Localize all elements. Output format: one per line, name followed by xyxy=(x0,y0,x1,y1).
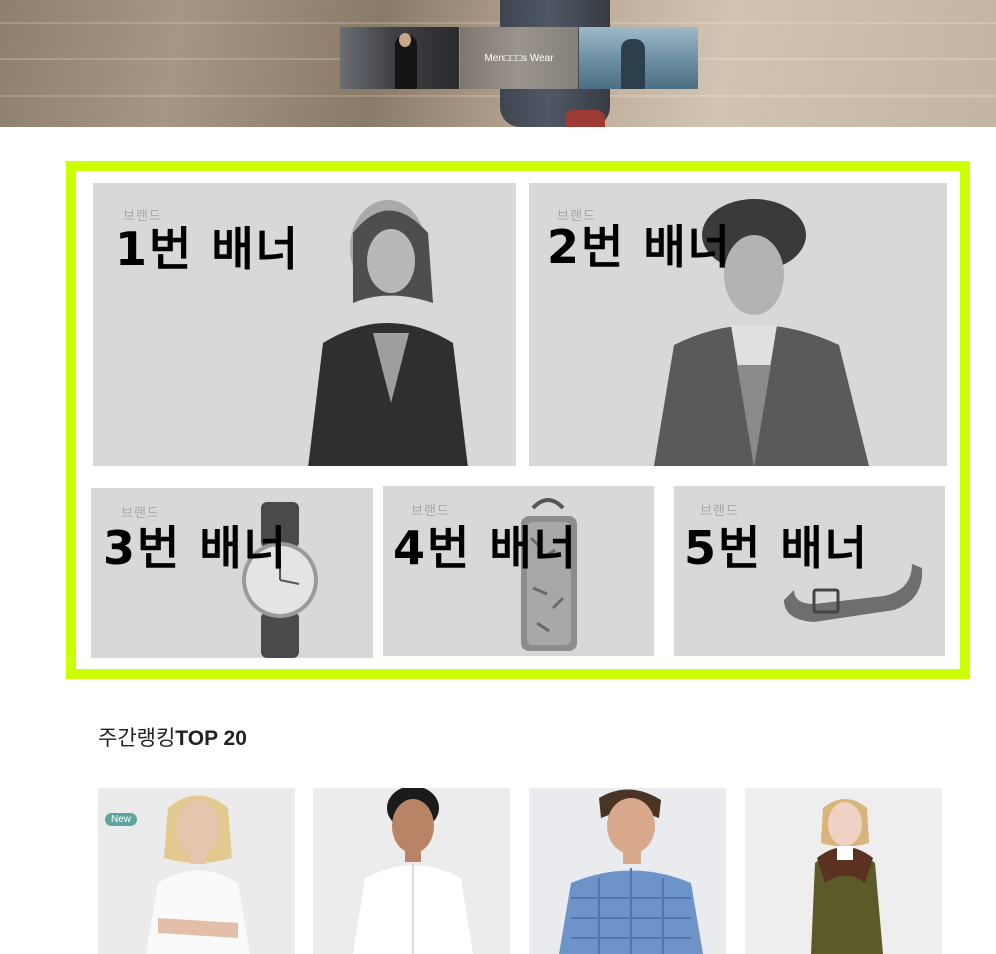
hero-thumbnail-strip: Men□□□s Wear xyxy=(340,27,699,89)
hero-thumbnail-2[interactable]: Men□□□s Wear xyxy=(459,27,579,89)
product-image-woman-white-shirt xyxy=(313,788,510,954)
ranking-title-prefix: 주간랭킹 xyxy=(98,726,176,750)
hero-thumbnail-label: Men□□□s Wear xyxy=(484,52,554,64)
product-card[interactable] xyxy=(745,788,942,954)
banner-1[interactable]: 브랜드 1번 배너 xyxy=(93,183,516,466)
banner-2[interactable]: 브랜드 2번 배너 xyxy=(529,183,947,466)
model-figure xyxy=(621,39,646,89)
hero-thumbnail-3[interactable] xyxy=(579,27,699,89)
banner-title: 3번 배너 xyxy=(103,521,288,575)
hero-thumbnail-1[interactable] xyxy=(340,27,459,89)
banner-title: 4번 배너 xyxy=(393,521,578,575)
banner-title: 1번 배너 xyxy=(115,222,300,276)
banner-4[interactable]: 브랜드 4번 배너 xyxy=(383,486,654,656)
product-card[interactable] xyxy=(529,788,726,954)
hero-banner: Men□□□s Wear xyxy=(0,0,996,127)
banner-5[interactable]: 브랜드 5번 배너 xyxy=(674,486,945,656)
model-face xyxy=(399,33,411,47)
product-image-woman-olive-coat xyxy=(745,788,942,954)
model-woman-black-dress-image xyxy=(308,200,468,466)
product-card[interactable]: New xyxy=(98,788,295,954)
hero-stair-line xyxy=(0,95,996,97)
ranking-section-title: 주간랭킹TOP 20 xyxy=(98,722,247,752)
new-badge: New xyxy=(105,813,138,826)
banner-3[interactable]: 브랜드 3번 배너 xyxy=(91,488,373,658)
ranking-title-strong: TOP 20 xyxy=(175,727,247,750)
product-image-man-blue-check-shirt xyxy=(529,788,726,954)
banner-title: 2번 배너 xyxy=(547,220,732,274)
banner-title: 5번 배너 xyxy=(684,521,869,575)
hero-stair-line xyxy=(0,22,996,24)
hero-model-shoe xyxy=(565,110,605,127)
product-card[interactable] xyxy=(313,788,510,954)
